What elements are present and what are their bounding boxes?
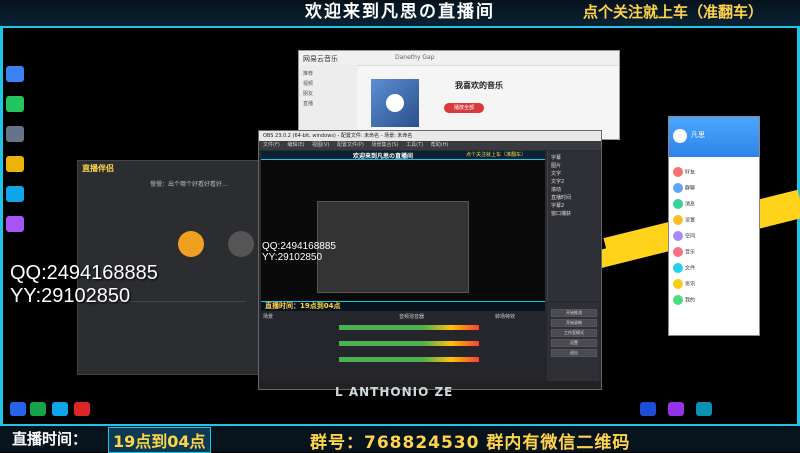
live-time-value: 19点到04点 xyxy=(108,427,211,453)
studio-app-name: 直播伴侣 xyxy=(82,164,114,173)
desktop-app-icon[interactable] xyxy=(6,186,24,202)
chat-header: 凡思 xyxy=(669,117,759,157)
preview-nested-screen xyxy=(317,201,469,293)
desktop-app-icon[interactable] xyxy=(6,156,24,172)
preview-banner-right: 点个关注就上车（准翻车） xyxy=(466,152,527,158)
obs-menu-item[interactable]: 文件(F) xyxy=(259,142,280,148)
obs-menu-item[interactable]: 场景集合(S) xyxy=(365,142,398,148)
audio-meter xyxy=(339,341,479,346)
obs-menu-item[interactable]: 配置文件(P) xyxy=(331,142,364,148)
obs-source-item[interactable]: 字幕2 xyxy=(551,202,597,210)
playlist-title: 我喜欢的音乐 xyxy=(455,81,503,90)
chat-list-item[interactable]: 空间 xyxy=(673,231,755,244)
music-app-name: 网易云音乐 xyxy=(303,55,338,63)
preview-contact-qq: QQ:2494168885 xyxy=(262,241,336,252)
overlay-logo-text: L ANTHONIO ZE xyxy=(335,385,454,399)
music-sidebar-item[interactable]: 视频 xyxy=(303,79,353,89)
obs-scenes-label: 场景 xyxy=(263,314,274,320)
obs-title: OBS 23.0.2 (64-bit, windows) - 配置文件: 未命名… xyxy=(263,133,413,139)
desktop-app-icon[interactable] xyxy=(6,216,24,232)
chat-username: 凡思 xyxy=(691,131,705,139)
obs-source-item[interactable]: 字幕 xyxy=(551,154,597,162)
taskbar-app-icon[interactable] xyxy=(30,402,46,416)
banner-title: 欢迎来到凡思の直播间 xyxy=(305,2,495,22)
music-window[interactable]: 网易云音乐 Danethy Gap 推荐 视频 朋友 直播 我喜欢的音乐 播放全… xyxy=(298,50,620,140)
taskbar-app-icon[interactable] xyxy=(696,402,712,416)
taskbar-app-icon[interactable] xyxy=(668,402,684,416)
obs-source-item[interactable]: 窗口捕获 xyxy=(551,210,597,218)
chat-list-item[interactable]: 消息 xyxy=(673,199,755,212)
obs-preview[interactable]: 欢迎来到凡思の直播间 点个关注就上车（准翻车） 直播时间：19点到04点 xyxy=(261,151,545,312)
settings-button[interactable]: 设置 xyxy=(551,339,597,347)
chat-list-item[interactable]: 资讯 xyxy=(673,279,755,292)
start-stream-button[interactable]: 开始推流 xyxy=(551,309,597,317)
heart-icon xyxy=(386,94,404,112)
obs-menu-item[interactable]: 帮助(H) xyxy=(425,142,449,148)
chat-list-item[interactable]: 设置 xyxy=(673,215,755,228)
avatar[interactable] xyxy=(673,129,687,143)
obs-controls-panel: 开始推流 开始录制 工作室模式 设置 退出 xyxy=(547,303,599,387)
obs-source-item[interactable]: 滚动 xyxy=(551,186,597,194)
chat-list-item[interactable]: 我的 xyxy=(673,295,755,308)
desktop-app-icon[interactable] xyxy=(6,126,24,142)
preview-banner-title: 欢迎来到凡思の直播间 xyxy=(353,153,414,160)
music-search[interactable]: Danethy Gap xyxy=(395,54,435,61)
contact-yy: YY:29102850 xyxy=(10,285,131,307)
preview-live-time: 直播时间：19点到04点 xyxy=(265,302,341,310)
obs-menu-item[interactable]: 工具(T) xyxy=(400,142,423,148)
obs-titlebar: OBS 23.0.2 (64-bit, windows) - 配置文件: 未命名… xyxy=(259,131,601,141)
obs-transitions-label: 转场特效 xyxy=(495,314,516,320)
contact-qq: QQ:2494168885 xyxy=(10,262,158,284)
frame-left-border xyxy=(0,26,3,424)
obs-menubar: 文件(F) 编辑(E) 视图(V) 配置文件(P) 场景集合(S) 工具(T) … xyxy=(259,141,601,150)
obs-source-item[interactable]: 文字 xyxy=(551,170,597,178)
exit-button[interactable]: 退出 xyxy=(551,349,597,357)
music-sidebar-item[interactable]: 推荐 xyxy=(303,69,353,79)
taskbar-app-icon[interactable] xyxy=(52,402,68,416)
desktop-app-icon[interactable] xyxy=(6,66,24,82)
music-sidebar-item[interactable]: 朋友 xyxy=(303,89,353,99)
start-record-button[interactable]: 开始录制 xyxy=(551,319,597,327)
obs-menu-item[interactable]: 编辑(E) xyxy=(281,142,304,148)
chat-list-item[interactable]: 音乐 xyxy=(673,247,755,260)
obs-mixer-area: 场景 音频混音器 转场特效 xyxy=(259,311,547,389)
taskbar-app-icon[interactable] xyxy=(640,402,656,416)
music-sidebar: 推荐 视频 朋友 直播 xyxy=(299,65,357,139)
obs-menu-item[interactable]: 视图(V) xyxy=(306,142,329,148)
studio-notice: 慢慢：出个哪个好看好看好... xyxy=(150,181,228,188)
taskbar-app-icon[interactable] xyxy=(74,402,90,416)
chat-window[interactable]: 凡思 好友 群聊 消息 设置 空间 音乐 文件 资讯 我的 xyxy=(668,116,760,336)
play-all-button[interactable]: 播放全部 xyxy=(444,103,484,113)
audio-meter xyxy=(339,357,479,362)
chat-list-item[interactable]: 文件 xyxy=(673,263,755,276)
studio-mode-button[interactable]: 工作室模式 xyxy=(551,329,597,337)
music-titlebar xyxy=(299,51,619,66)
studio-settings-button[interactable] xyxy=(228,231,254,257)
obs-source-item[interactable]: 直播时间 xyxy=(551,194,597,202)
group-number-text: 群号：768824530 群内有微信二维码 xyxy=(310,433,631,453)
obs-source-item[interactable]: 文字2 xyxy=(551,178,597,186)
obs-sources-panel[interactable]: 字幕 图片 文字 文字2 滚动 直播时间 字幕2 窗口捕获 xyxy=(547,151,600,301)
audio-meter xyxy=(339,325,479,330)
preview-contact-yy: YY:29102850 xyxy=(262,252,323,263)
desktop-app-icon[interactable] xyxy=(6,96,24,112)
music-sidebar-item[interactable]: 直播 xyxy=(303,99,353,109)
chat-list-item[interactable]: 群聊 xyxy=(673,183,755,196)
studio-start-button[interactable] xyxy=(178,231,204,257)
banner-follow-text: 点个关注就上车（准翻车） xyxy=(583,3,764,21)
chat-list-item[interactable]: 好友 xyxy=(673,167,755,180)
playlist-cover xyxy=(371,79,419,127)
obs-source-item[interactable]: 图片 xyxy=(551,162,597,170)
live-time-label: 直播时间： xyxy=(12,430,88,448)
obs-mixer-label: 音频混音器 xyxy=(399,314,425,320)
taskbar-app-icon[interactable] xyxy=(10,402,26,416)
